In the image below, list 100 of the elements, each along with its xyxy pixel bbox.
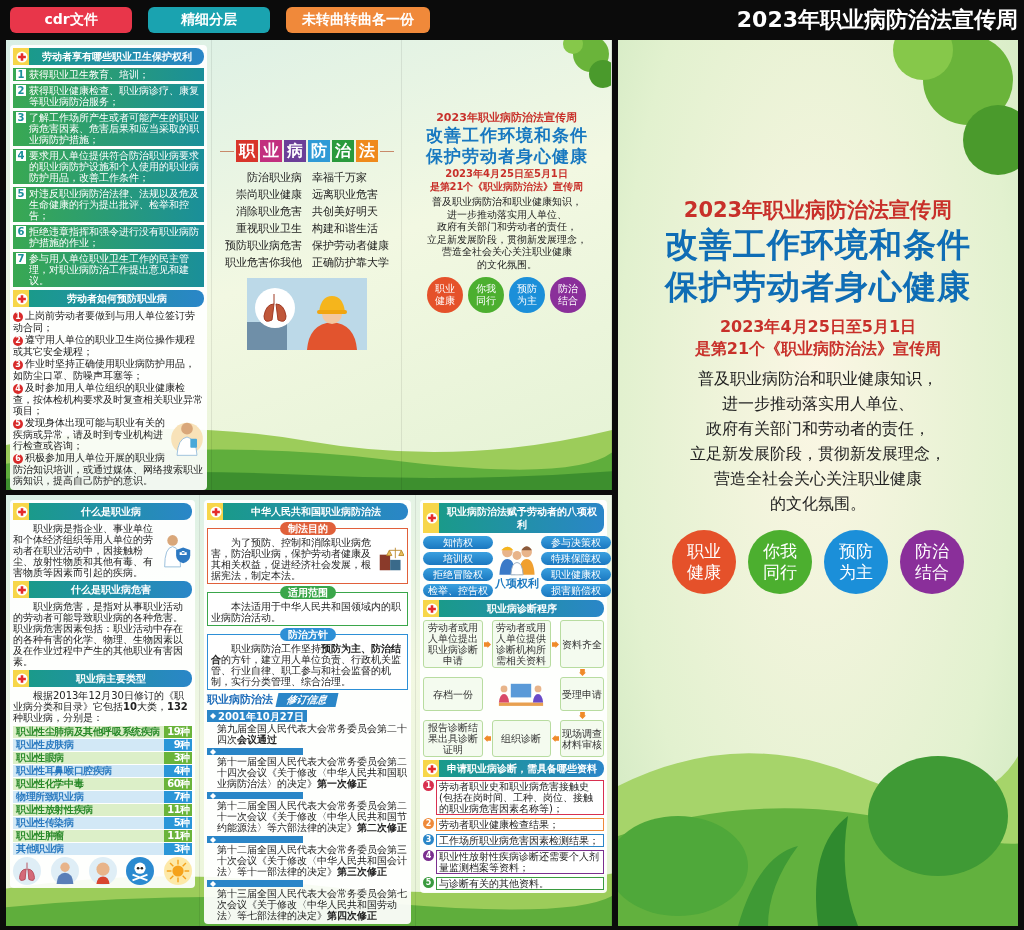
cross-icon — [16, 50, 28, 63]
prevention-item: 3 作业时坚持正确使用职业病防护用品，如防尘口罩、防噪声耳塞等； — [13, 358, 196, 381]
sun-icon — [164, 857, 192, 885]
case-count: 3种 — [164, 752, 192, 764]
books-and-scales-icon — [378, 546, 404, 572]
revision-text: 第九届全国人民代表大会常务委员会第二十四次会议通过 — [216, 723, 408, 745]
right-text: 获得职业健康检查、职业病诊疗、康复等职业病防治服务； — [29, 85, 200, 107]
item-number: 1 — [423, 780, 434, 791]
diamond-icon — [210, 836, 216, 843]
case-count: 7种 — [164, 791, 192, 803]
slogan-badge: 职业 健康 — [427, 277, 463, 313]
cross-icon — [210, 505, 222, 518]
disease-type-name: 职业性耳鼻喉口腔疾病 — [15, 765, 112, 777]
revision-text: 第十二届全国人民代表大会常务委员会第三十次会议《关于修改〈中华人民共和国会计法〉等十一部法律的决定》第三次修正 — [216, 844, 408, 877]
flow-step: 劳动者或用人单位提出职业病诊断申请 — [423, 620, 483, 668]
section-title: 什么是职业病危害 — [69, 583, 152, 596]
disease-type-name: 职业性化学中毒 — [15, 778, 84, 790]
right-pill: 损害赔偿权 — [541, 584, 611, 597]
paragraph: 职业病防治工作坚持预防为主、防治结合的方针，建立用人单位负责、行政机关监管、行业自律、职工参与和社会监督的机制，实行分类管理、综合治理。 — [211, 643, 402, 687]
slogan-text: 正确防护靠大学 — [311, 255, 389, 270]
item-number: 4 — [16, 150, 26, 161]
cross-icon — [16, 505, 28, 518]
revision-heading: 职业病防治法 — [207, 692, 273, 707]
prevention-item: 5 发现身体出现可能与职业有关的疾病或异常，请及时到专业机构进行检查或咨询； — [13, 417, 166, 451]
cover-date: 2023年4月25日至5月1日 — [445, 167, 568, 180]
section-title: 劳动者享有哪些职业卫生保护权利 — [40, 50, 193, 63]
cross-icon — [426, 512, 438, 524]
section-title: 什么是职业病 — [79, 505, 142, 518]
paragraph: 职业病危害，是指对从事职业活动的劳动者可能导致职业病的各种危害。职业病危害因素包括：职业活动中存在的各种有害的化学、物理、生物因素以及在作业过程中产生的其他职业有害因素。 — [13, 601, 184, 667]
flow-step: 存档一份 — [423, 677, 483, 711]
right-pill: 参与决策权 — [541, 536, 611, 549]
right-pill: 培训权 — [423, 552, 493, 565]
slogan-text: 幸福千万家 — [311, 170, 368, 185]
disease-type-name: 职业性肿瘤 — [15, 830, 64, 842]
case-count: 60种 — [164, 778, 192, 790]
right-pill: 知情权 — [423, 536, 493, 549]
right-pill: 拒绝冒险权 — [423, 568, 493, 581]
case-count: 9种 — [164, 739, 192, 751]
slogan-badge: 你我 同行 — [468, 277, 504, 313]
diamond-icon — [210, 792, 216, 799]
cross-icon — [426, 762, 438, 775]
prevention-item: 6 积极参加用人单位开展的职业病防治知识培训，或通过媒体、网络搜索职业病知识，提高自己防护的意识。 — [13, 452, 204, 486]
right-text: 参与用人单位职业卫生工作的民主管理，对职业病防治工作提出意见和建议。 — [29, 253, 190, 286]
item-number: 6 — [16, 226, 26, 237]
arrow-right-icon — [483, 640, 491, 648]
cover-headline: 保护劳动者身心健康 — [665, 266, 971, 308]
file-info-tag: 精细分层 — [148, 7, 270, 33]
item-number: 5 — [16, 188, 26, 199]
paragraph: 为了预防、控制和消除职业病危害，防治职业病，保护劳动者健康及其相关权益，促进经济社会发展，根据宪法，制定本法。 — [211, 537, 372, 581]
arrow-down-icon — [578, 669, 586, 676]
title-tile: 法 — [355, 140, 378, 162]
disease-type-name: 职业性眼病 — [15, 752, 64, 764]
cover-kicker: 2023年职业病防治法宣传周 — [436, 110, 577, 125]
box-label: 制法目的 — [279, 522, 336, 535]
section-title: 申请职业病诊断，需具备哪些资料 — [445, 762, 598, 775]
cover-paragraph: 普及职业病防治和职业健康知识， 进一步推动落实用人单位、 政府有关部门和劳动者的责任， 立足新发展阶段，贯彻新发展理念， 营造全社会关心关注职业健康 的文化氛围。 — [426, 196, 587, 271]
title-tile: 治 — [331, 140, 354, 162]
section-title: 职业病防治法赋予劳动者的八项权利 — [445, 505, 598, 531]
material-item: 工作场所职业病危害因素检测结果； — [436, 834, 604, 847]
slogan-text: 构建和谐生活 — [311, 221, 379, 236]
diamond-icon — [210, 748, 216, 755]
revision-tag: 修订信息 — [275, 692, 339, 707]
right-text: 了解工作场所产生或者可能产生的职业病危害因素、危害后果和应当采取的职业病防护措施； — [29, 112, 200, 145]
cross-icon — [16, 672, 28, 685]
flow-step: 报告诊断结果出具诊断证明 — [423, 720, 483, 757]
cover-date: 2023年4月25日至5月1日 — [719, 316, 917, 338]
cover-headline: 改善工作环境和条件 — [665, 224, 971, 266]
disease-type-name: 职业性皮肤病 — [15, 739, 74, 751]
case-count: 5种 — [164, 817, 192, 829]
item-number: 3 — [423, 834, 434, 845]
slogan-text: 保护劳动者健康 — [311, 238, 389, 253]
cover-subtitle: 是第21个《职业病防治法》宣传周 — [694, 338, 942, 360]
slogan-badge: 防治 结合 — [550, 277, 586, 313]
material-item: 与诊断有关的其他资料。 — [436, 877, 604, 890]
right-text: 要求用人单位提供符合防治职业病要求的职业病防护设施和个人使用的职业病防护用品，改善工作条件； — [29, 150, 200, 183]
cover-paragraph: 普及职业病防治和职业健康知识， 进一步推动落实用人单位、 政府有关部门和劳动者的责任， 立足新发展阶段，贯彻新发展理念， 营造全社会关心关注职业健康 的文化氛围。 — [690, 368, 946, 515]
right-pill: 职业健康权 — [541, 568, 611, 581]
cover-subtitle: 是第21个《职业病防治法》宣传周 — [429, 180, 584, 193]
title-tile: 病 — [283, 140, 306, 162]
right-text: 拒绝违章指挥和强令进行没有职业病防护措施的作业； — [29, 226, 200, 248]
right-text: 对违反职业病防治法律、法规以及危及生命健康的行为提出批评、检举和控告； — [29, 188, 200, 221]
prevention-item: 1 上岗前劳动者要做到与用人单位签订劳动合同； — [13, 310, 196, 333]
material-item: 职业性放射性疾病诊断还需要个人剂量监测档案等资料； — [436, 850, 604, 874]
case-count: 19种 — [164, 726, 192, 738]
slogan-text: 崇尚职业健康 — [234, 187, 302, 202]
eight-rights-caption: 八项权利 — [495, 576, 539, 591]
arrow-down-icon — [578, 712, 586, 719]
disease-type-name: 职业性尘肺病及其他呼吸系统疾病 — [15, 726, 160, 738]
arrow-left-icon — [552, 735, 559, 742]
diamond-icon — [210, 880, 216, 887]
file-info-tag: cdr文件 — [10, 7, 132, 33]
skull-crossbones-icon — [126, 857, 155, 885]
cross-icon — [426, 602, 438, 615]
revision-date: 2001年10月27日 — [218, 710, 304, 722]
item-number: 2 — [423, 818, 434, 829]
disease-type-name: 其他职业病 — [15, 843, 64, 855]
section-title: 中华人民共和国职业病防治法 — [249, 505, 382, 518]
cover-headline: 保护劳动者身心健康 — [425, 146, 588, 167]
box-label: 防治方针 — [279, 628, 336, 641]
revision-text: 第十二届全国人民代表大会常务委员会第二十一次会议《关于修改〈中华人民共和国节约能源法〉等六部法律的决定》第二次修正 — [216, 800, 408, 833]
